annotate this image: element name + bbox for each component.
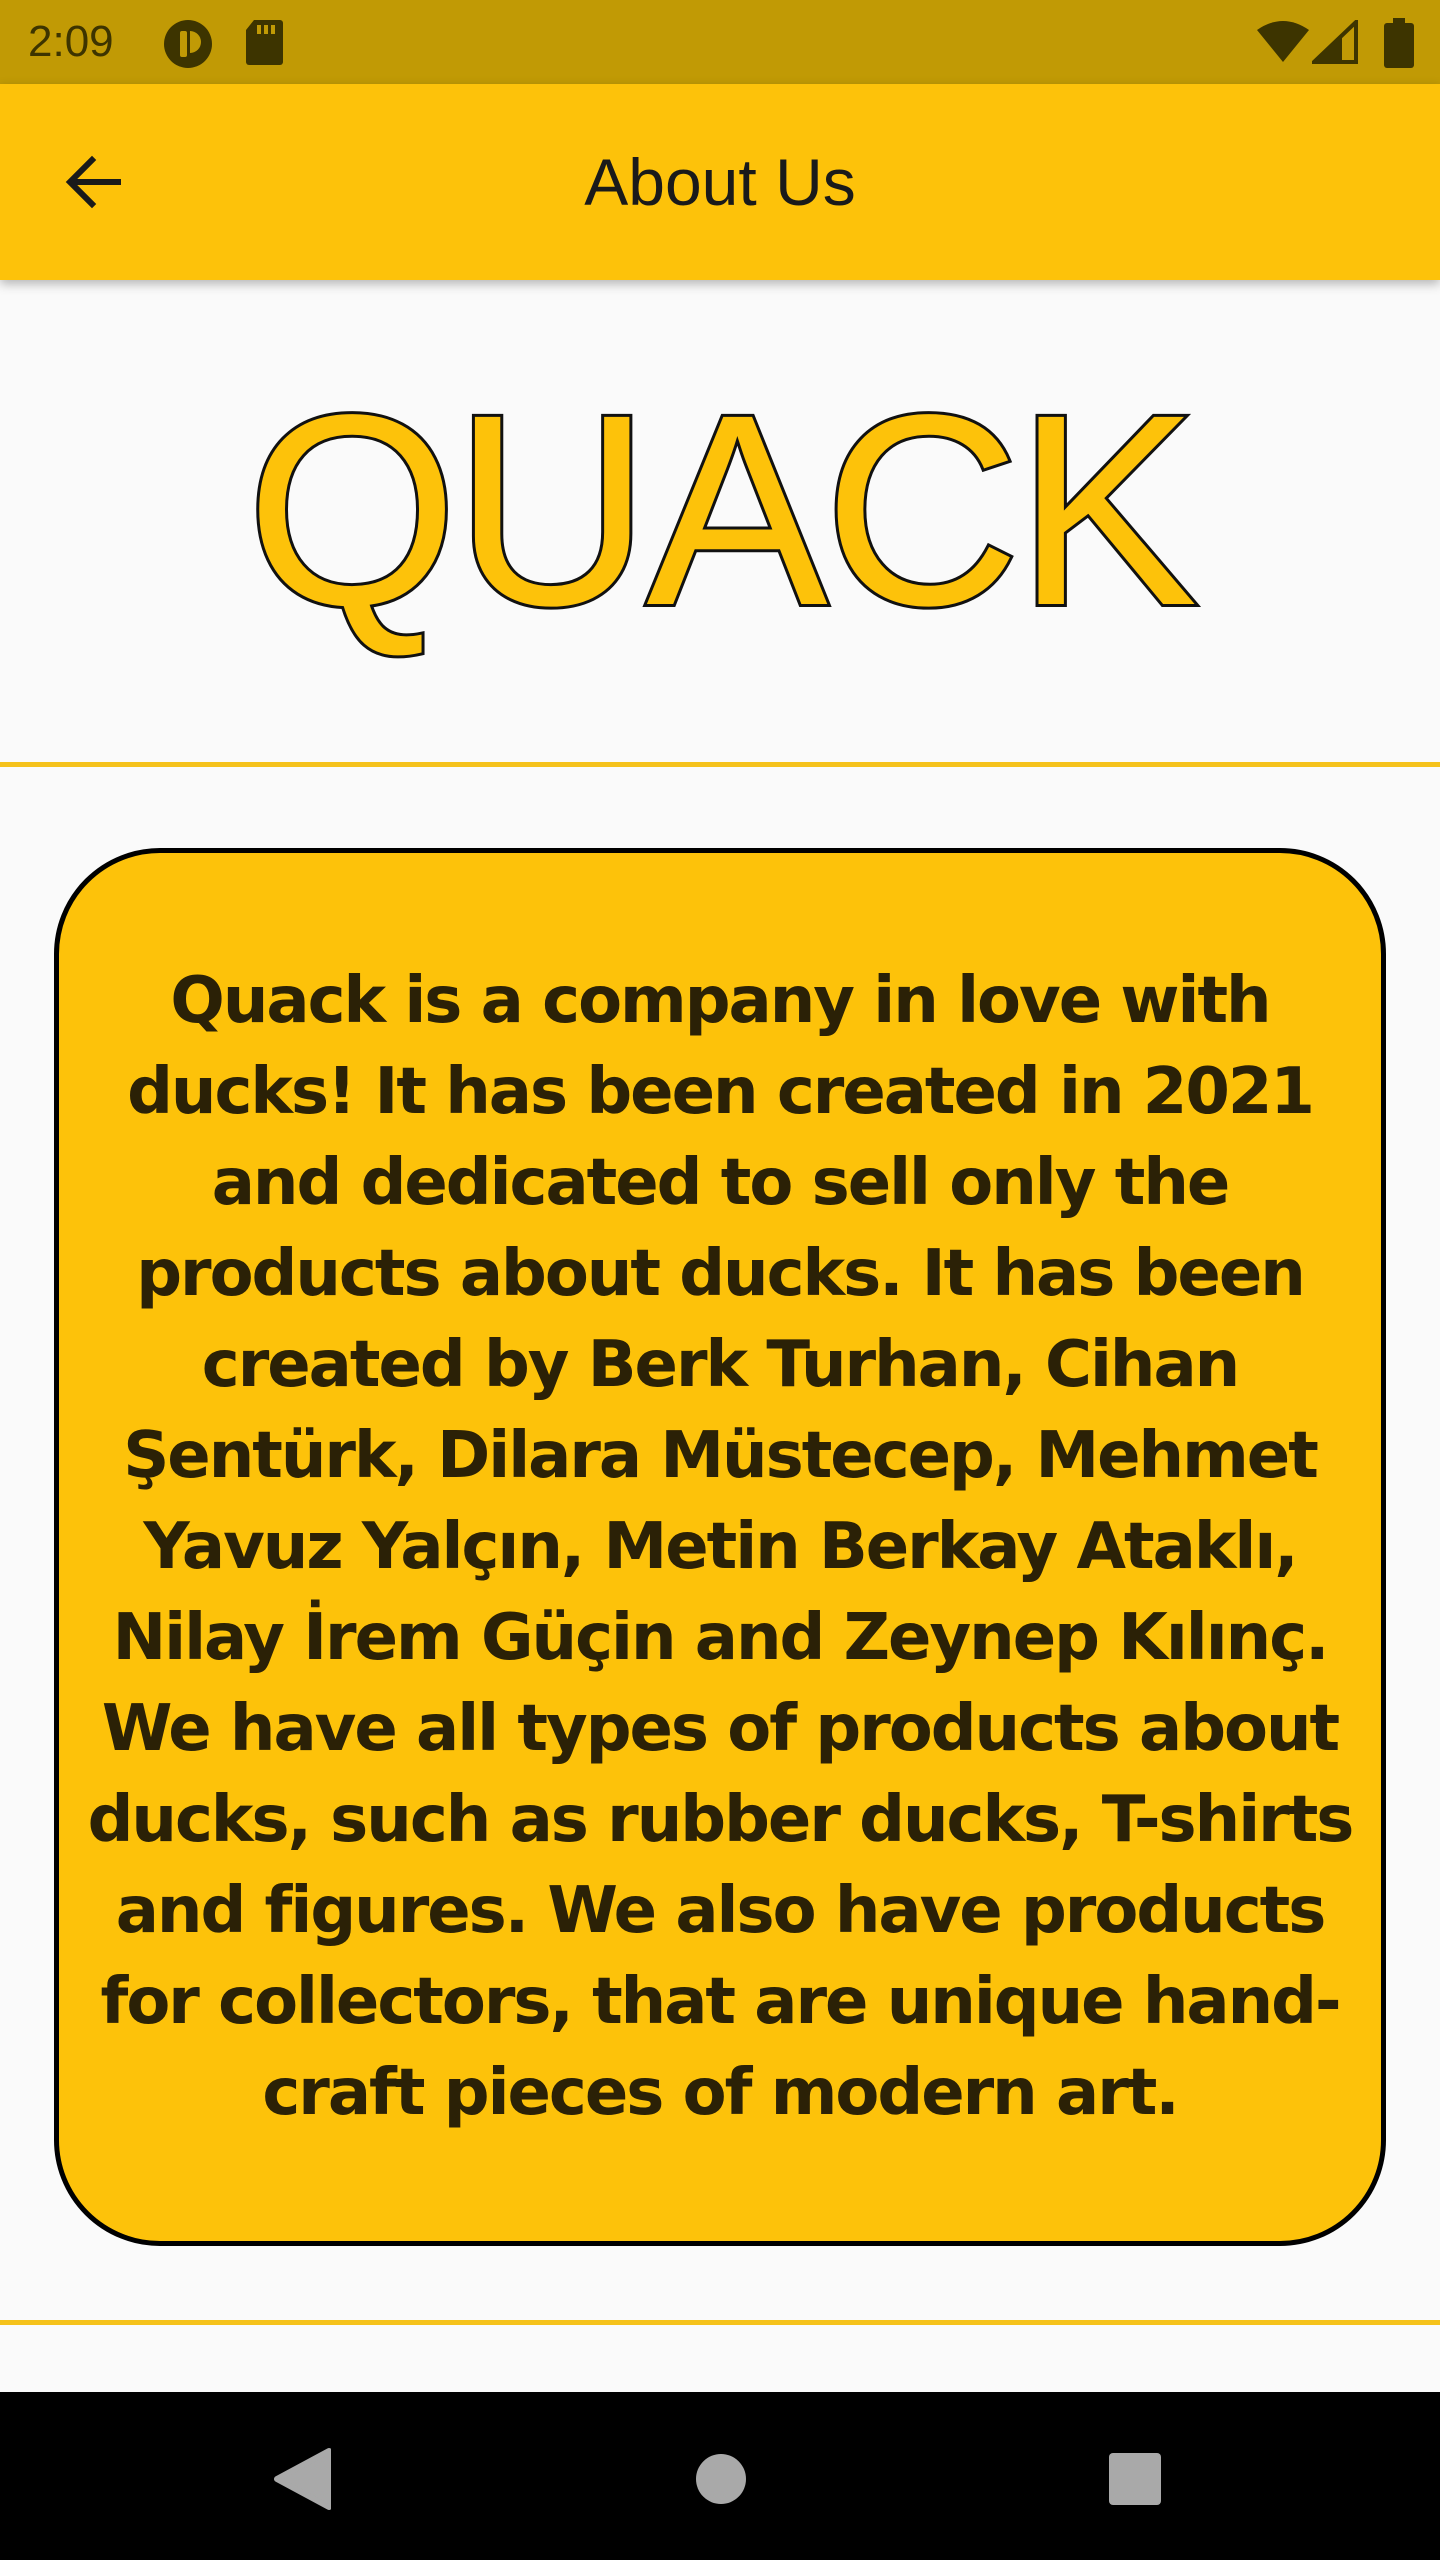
- sd-card-icon: [244, 18, 284, 71]
- nav-back-button[interactable]: [256, 2434, 346, 2524]
- back-triangle-icon: [274, 2448, 331, 2510]
- arrow-back-icon: [65, 155, 121, 209]
- status-bar: 2:09: [0, 0, 1440, 84]
- top-divider: [0, 762, 1440, 767]
- home-circle-icon: [696, 2454, 746, 2504]
- wifi-icon: [1256, 20, 1310, 69]
- page-title: About Us: [584, 145, 856, 219]
- back-button[interactable]: [44, 132, 144, 232]
- battery-icon: [1384, 18, 1414, 73]
- nav-recents-button[interactable]: [1090, 2434, 1180, 2524]
- status-time: 2:09: [28, 17, 114, 66]
- sync-icon: [162, 18, 214, 75]
- bottom-divider: [0, 2320, 1440, 2325]
- signal-icon: [1309, 17, 1358, 69]
- nav-home-button[interactable]: [676, 2434, 766, 2524]
- quack-logo: QUACK: [243, 357, 1200, 663]
- recents-square-icon: [1109, 2453, 1161, 2505]
- system-nav-bar: [0, 2392, 1440, 2560]
- app-bar: About Us: [0, 84, 1440, 280]
- about-content: QUACK Quack is a company in love with du…: [0, 280, 1440, 2392]
- about-card: Quack is a company in love with ducks! I…: [54, 848, 1386, 2246]
- about-description: Quack is a company in love with ducks! I…: [87, 963, 1355, 2130]
